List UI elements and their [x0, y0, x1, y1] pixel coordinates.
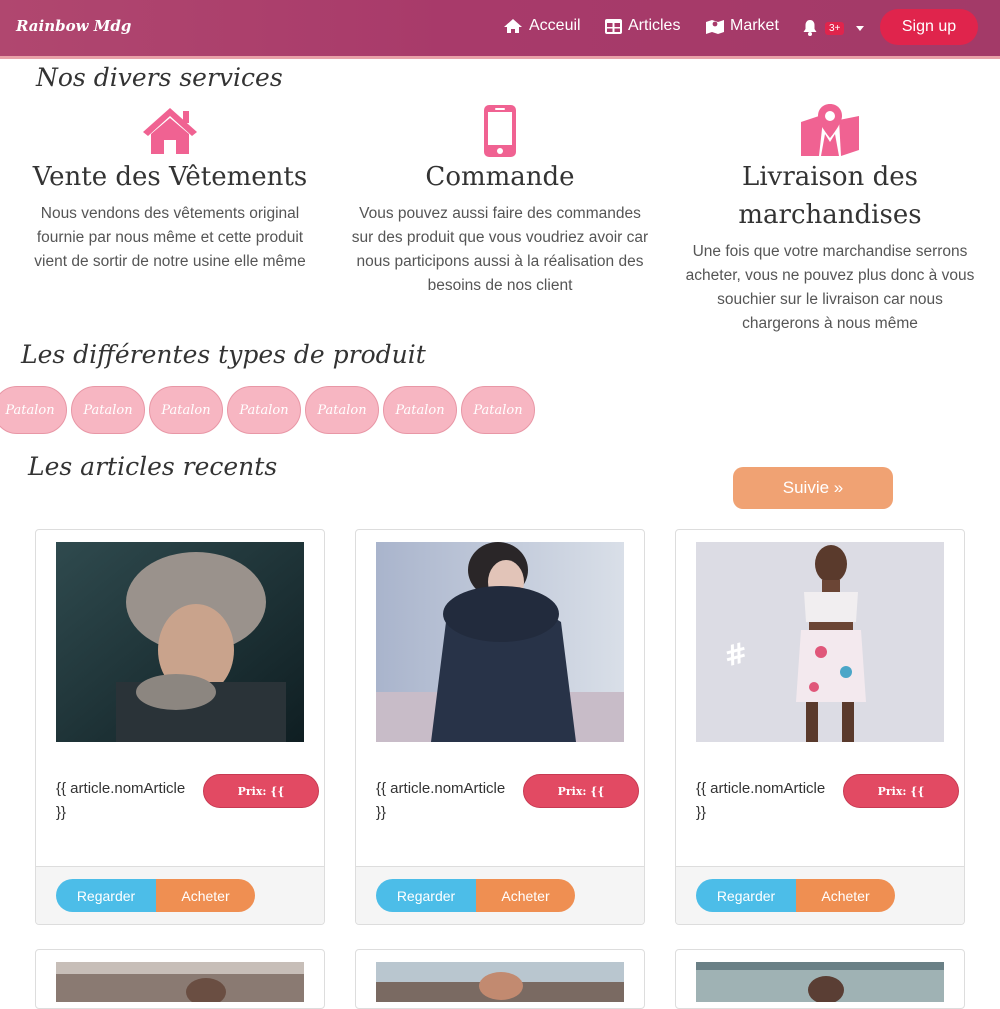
card-footer: Regarder Acheter: [36, 866, 324, 924]
article-name: {{ article.nomArticle }}: [376, 780, 506, 821]
product-type-pill[interactable]: Patalon: [305, 386, 379, 434]
product-type-pill[interactable]: Patalon: [71, 386, 145, 434]
card-footer: Regarder Acheter: [676, 866, 964, 924]
bell-icon: [803, 20, 817, 36]
mobile-icon: [484, 105, 516, 157]
article-photo[interactable]: [376, 542, 624, 742]
nav-item-articles[interactable]: Articles: [605, 17, 680, 35]
nav-item-label: Acceuil: [529, 17, 581, 34]
product-types-title: Les différentes types de produit: [21, 340, 426, 369]
nav-item-acceuil[interactable]: Acceuil: [503, 17, 581, 35]
service-text: Une fois que votre marchandise serrons a…: [685, 243, 975, 332]
price-button[interactable]: Prix: {{: [843, 774, 959, 808]
article-card: [355, 949, 645, 1009]
notification-badge: 3+: [825, 21, 845, 35]
navbar: Rainbow Mdg Acceuil Articles Market 3+ S…: [0, 0, 1000, 59]
nav-item-label: Market: [730, 17, 779, 34]
nav-item-label: Articles: [628, 17, 681, 34]
service-title: Commande: [425, 162, 575, 192]
product-type-pill[interactable]: Patalon: [227, 386, 301, 434]
chevron-down-icon: [856, 25, 865, 31]
nav-item-market[interactable]: Market: [706, 17, 779, 35]
price-button[interactable]: Prix: {{: [203, 774, 319, 808]
article-card: [35, 949, 325, 1009]
view-button[interactable]: Regarder: [56, 879, 156, 912]
article-photo[interactable]: [56, 962, 304, 1002]
service-text: Nous vendons des vêtements original four…: [34, 205, 306, 270]
buy-button[interactable]: Acheter: [796, 879, 895, 912]
article-name: {{ article.nomArticle }}: [696, 780, 826, 821]
table-icon: [605, 18, 622, 34]
article-card: {{ article.nomArticle }} Prix: {{ Regard…: [35, 529, 325, 925]
service-text: Vous pouvez aussi faire des commandes su…: [351, 205, 649, 294]
service-card: Vente des Vêtements Nous vendons des vêt…: [20, 158, 320, 274]
map-marker-icon: [801, 104, 859, 156]
view-button[interactable]: Regarder: [696, 879, 796, 912]
article-photo[interactable]: [696, 962, 944, 1002]
buy-button[interactable]: Acheter: [156, 879, 255, 912]
price-button[interactable]: Prix: {{: [523, 774, 639, 808]
service-title: Livraison des marchandises: [738, 162, 922, 230]
notifications-dropdown[interactable]: 3+: [803, 20, 865, 36]
service-card: Livraison des marchandises Une fois que …: [680, 158, 980, 336]
article-card: # {{ article.nomArticle }} Prix: {{ Rega…: [675, 529, 965, 925]
signup-button[interactable]: Sign up: [880, 9, 978, 45]
article-photo[interactable]: #: [696, 542, 944, 742]
article-photo[interactable]: [376, 962, 624, 1002]
product-type-pill[interactable]: Patalon: [149, 386, 223, 434]
view-button[interactable]: Regarder: [376, 879, 476, 912]
map-icon: [706, 20, 724, 34]
product-type-pill[interactable]: Patalon: [0, 386, 67, 434]
services-title: Nos divers services: [36, 63, 283, 92]
article-card: [675, 949, 965, 1009]
recent-articles-title: Les articles recents: [28, 452, 278, 481]
service-title: Vente des Vêtements: [32, 162, 308, 192]
card-footer: Regarder Acheter: [356, 866, 644, 924]
buy-button[interactable]: Acheter: [476, 879, 575, 912]
brand-logo[interactable]: Rainbow Mdg: [16, 17, 131, 35]
article-card: {{ article.nomArticle }} Prix: {{ Regard…: [355, 529, 645, 925]
article-name: {{ article.nomArticle }}: [56, 780, 186, 821]
service-card: Commande Vous pouvez aussi faire des com…: [350, 158, 650, 298]
home-icon: [504, 19, 522, 33]
product-type-pill[interactable]: Patalon: [461, 386, 535, 434]
article-photo[interactable]: [56, 542, 304, 742]
home-icon: [143, 108, 197, 154]
next-button[interactable]: Suivie »: [733, 467, 893, 509]
product-type-pill[interactable]: Patalon: [383, 386, 457, 434]
